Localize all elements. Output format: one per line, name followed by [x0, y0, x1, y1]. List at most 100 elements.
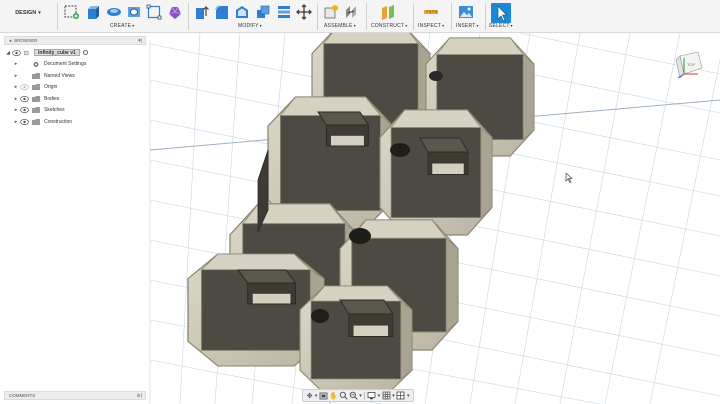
move-icon[interactable] [296, 4, 312, 20]
dropdown-icon[interactable]: ▾ [392, 391, 396, 400]
pan-hand-icon[interactable]: ✋ [329, 391, 338, 400]
document-icon [24, 50, 29, 55]
shell-icon[interactable] [234, 4, 250, 20]
workspace-switcher[interactable]: DESIGN ▾ [4, 4, 52, 22]
tree-item-label: Construction [44, 118, 73, 125]
chevron-down-icon: ▾ [353, 23, 356, 28]
nav-divider [364, 391, 366, 400]
grid-settings-icon[interactable] [382, 391, 391, 400]
expand-arrow-icon[interactable]: ▸ [12, 84, 20, 90]
measure-icon[interactable] [423, 4, 439, 20]
joint-icon[interactable] [343, 4, 359, 20]
chevron-down-icon: ▾ [38, 10, 41, 16]
dropdown-icon[interactable]: ▾ [314, 391, 318, 400]
tree-item-label: Origin [44, 84, 58, 91]
press-pull-icon[interactable] [194, 4, 210, 20]
assemble-menu[interactable]: ASSEMBLE▾ [324, 23, 356, 29]
expand-arrow-icon[interactable]: ▸ [12, 96, 20, 102]
tree-item-label: Document Settings [44, 61, 87, 68]
visibility-eye-icon[interactable] [20, 118, 29, 125]
select-menu[interactable]: SELECT▾ [489, 23, 513, 29]
expand-arrow-icon[interactable]: ▸ [12, 107, 20, 113]
chevron-down-icon: ▾ [510, 23, 513, 28]
workspace-label: DESIGN [15, 10, 37, 16]
view-cube[interactable]: TOP [668, 44, 708, 84]
expand-arrow-icon[interactable]: ◢ [4, 50, 12, 56]
select-icon[interactable] [491, 3, 511, 23]
zoom-icon[interactable] [339, 391, 348, 400]
document-name: Infinity_cube v1 [34, 49, 80, 57]
mouse-cursor-icon [565, 173, 573, 183]
insert-image-icon[interactable] [458, 4, 474, 20]
zoom-window-icon[interactable] [349, 391, 358, 400]
tree-item-bodies[interactable]: ▸ Bodies [4, 93, 146, 105]
chevron-down-icon: ▾ [405, 23, 408, 28]
toolbar-divider [451, 3, 452, 30]
visibility-eye-icon[interactable] [20, 95, 29, 102]
chevron-down-icon: ▾ [259, 23, 262, 28]
combine-icon[interactable] [255, 4, 271, 20]
visibility-eye-icon[interactable] [20, 107, 29, 114]
new-component-icon[interactable] [323, 4, 339, 20]
folder-icon [32, 95, 40, 102]
gear-icon [33, 61, 39, 67]
record-icon[interactable] [82, 50, 88, 56]
construct-menu[interactable]: CONSTRUCT▾ [371, 23, 407, 29]
dropdown-icon[interactable]: ▾ [406, 391, 410, 400]
chevron-down-icon: ▾ [132, 23, 135, 28]
form-icon[interactable] [167, 4, 183, 20]
comments-title: COMMENTS [9, 393, 36, 398]
tree-item-label: Sketches [44, 107, 65, 114]
browser-panel: ◂ BROWSER ⦁| ◢ Infinity_cube v1 ▸ Docume… [4, 36, 146, 128]
toolbar-divider [188, 3, 189, 30]
tree-item-document[interactable]: ◢ Infinity_cube v1 [4, 47, 146, 59]
tree-item-label: Named Views [44, 72, 75, 79]
folder-icon [32, 118, 40, 125]
chevron-down-icon: ▾ [476, 23, 479, 28]
folder-icon [32, 72, 40, 79]
tree-item-named-views[interactable]: ▸ Named Views [4, 70, 146, 82]
add-comment-icon[interactable]: ⊕| [137, 393, 143, 399]
inspect-menu[interactable]: INSPECT▾ [418, 23, 444, 29]
toolbar-divider [57, 3, 58, 30]
browser-tree: ◢ Infinity_cube v1 ▸ Document Settings ▸… [4, 45, 146, 128]
look-at-icon[interactable] [319, 391, 328, 400]
browser-header[interactable]: ◂ BROWSER ⦁| [4, 36, 146, 45]
revolve-icon[interactable] [106, 4, 122, 20]
toolbar-divider [317, 3, 318, 30]
comments-panel[interactable]: COMMENTS ⊕| [4, 391, 146, 400]
modify-menu[interactable]: MODIFY▾ [238, 23, 262, 29]
folder-icon [32, 107, 40, 114]
expand-arrow-icon[interactable]: ▸ [12, 61, 20, 67]
toolbar-divider [366, 3, 367, 30]
tree-item-sketches[interactable]: ▸ Sketches [4, 105, 146, 117]
create-sketch-icon[interactable] [64, 4, 80, 20]
svg-text:TOP: TOP [687, 62, 695, 67]
visibility-eye-icon[interactable] [12, 49, 21, 56]
toolbar-divider [413, 3, 414, 30]
rectangle-icon[interactable] [146, 4, 162, 20]
visibility-eye-icon[interactable] [20, 84, 29, 91]
replace-face-icon[interactable] [276, 4, 292, 20]
orbit-icon[interactable]: ✥ [306, 391, 313, 400]
dropdown-icon[interactable]: ▾ [359, 391, 363, 400]
panel-options-icon[interactable]: ⦁| [138, 38, 142, 44]
navigation-bar: ✥ ▾ ✋ ▾ ▾ ▾ ▾ [302, 389, 414, 402]
chevron-down-icon: ▾ [442, 23, 445, 28]
dropdown-icon[interactable]: ▾ [377, 391, 381, 400]
display-settings-icon[interactable] [367, 391, 376, 400]
create-menu[interactable]: CREATE▾ [110, 23, 134, 29]
toolbar-divider [485, 3, 486, 30]
fillet-icon[interactable] [214, 4, 230, 20]
expand-arrow-icon[interactable]: ▸ [12, 73, 20, 79]
extrude-icon[interactable] [85, 4, 101, 20]
collapse-icon[interactable]: ◂ [9, 38, 11, 44]
viewports-icon[interactable] [396, 391, 405, 400]
tree-item-origin[interactable]: ▸ Origin [4, 82, 146, 94]
insert-menu[interactable]: INSERT▾ [456, 23, 479, 29]
tree-item-document-settings[interactable]: ▸ Document Settings [4, 59, 146, 71]
tree-item-construction[interactable]: ▸ Construction [4, 116, 146, 128]
offset-plane-icon[interactable] [380, 4, 396, 20]
hole-icon[interactable] [126, 4, 142, 20]
expand-arrow-icon[interactable]: ▸ [12, 119, 20, 125]
